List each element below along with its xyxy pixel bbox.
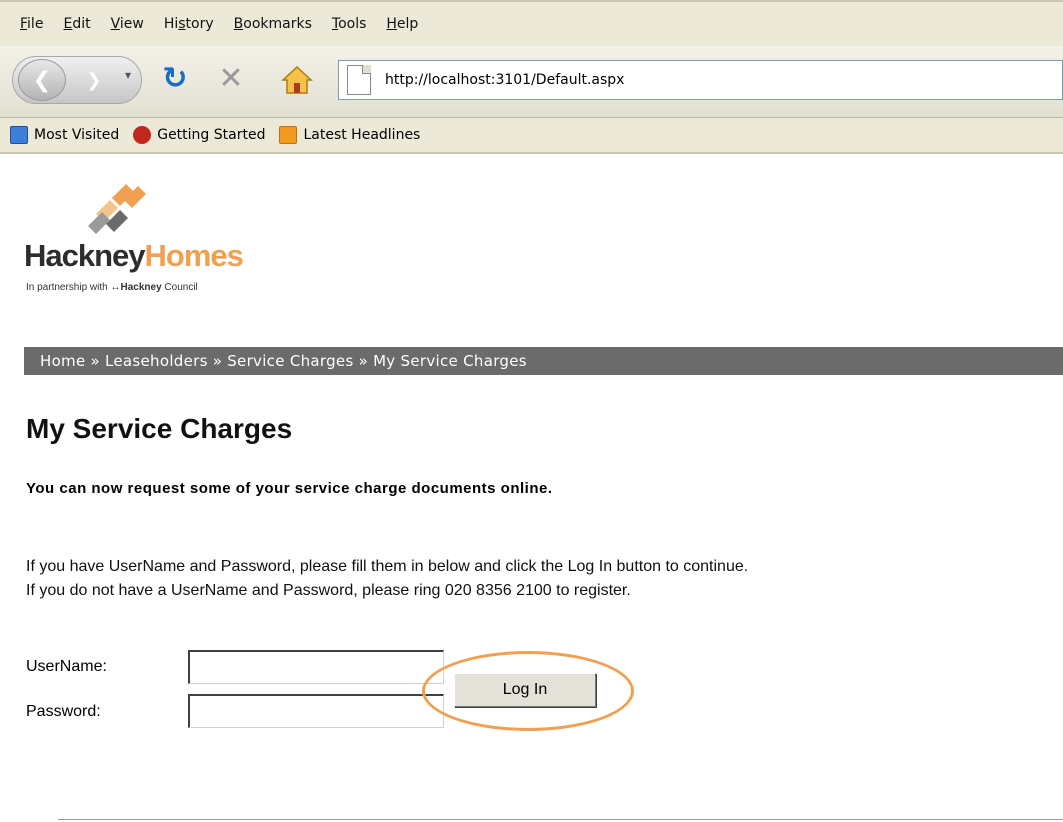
menu-file[interactable]: File: [20, 16, 43, 32]
forward-arrow-icon: ❯: [86, 69, 102, 90]
password-label: Password:: [26, 703, 101, 720]
breadcrumb-service-charges[interactable]: Service Charges: [227, 352, 353, 370]
rss-icon: [279, 126, 298, 144]
menu-tools[interactable]: Tools: [332, 16, 367, 32]
menu-help[interactable]: Help: [386, 16, 418, 32]
menu-bookmarks[interactable]: Bookmarks: [234, 16, 312, 32]
back-button[interactable]: ❮: [18, 59, 66, 101]
logo-mark-icon: [88, 184, 146, 234]
reload-icon[interactable]: ↻: [158, 62, 192, 96]
bookmark-getting-started[interactable]: Getting Started: [133, 126, 265, 144]
breadcrumb-separator: »: [358, 352, 369, 370]
history-dropdown-icon[interactable]: ▾: [125, 68, 131, 82]
bookmark-label: Getting Started: [157, 127, 266, 143]
breadcrumb-leaseholders[interactable]: Leaseholders: [105, 352, 208, 370]
logo-wordmark: HackneyHomes: [24, 238, 244, 273]
browser-nav-toolbar: ❮ ❯ ▾ ↻ ✕: [0, 46, 1063, 118]
menu-edit[interactable]: Edit: [63, 16, 90, 32]
bookmark-latest-headlines[interactable]: Latest Headlines: [279, 126, 420, 144]
breadcrumb-home[interactable]: Home: [40, 352, 86, 370]
register-instruction-text: If you do not have a UserName and Passwo…: [26, 582, 631, 599]
password-input[interactable]: [188, 694, 444, 728]
page-icon: [347, 65, 371, 95]
page-subtitle: You can now request some of your service…: [26, 480, 553, 497]
breadcrumb: Home » Leaseholders » Service Charges » …: [24, 347, 1063, 375]
breadcrumb-separator: »: [90, 352, 100, 370]
home-icon[interactable]: [280, 64, 314, 96]
username-input[interactable]: [188, 650, 444, 684]
instruction-text: If you have UserName and Password, pleas…: [26, 558, 749, 575]
bookmark-label: Latest Headlines: [303, 127, 421, 143]
bookmarks-toolbar: Most Visited Getting Started Latest Head…: [0, 118, 1063, 154]
page-title: My Service Charges: [26, 413, 293, 444]
bookmark-label: Most Visited: [34, 127, 120, 143]
most-visited-icon: [10, 126, 28, 144]
stop-icon[interactable]: ✕: [214, 62, 248, 96]
forward-button[interactable]: ❯: [74, 66, 114, 94]
url-input[interactable]: [385, 72, 1025, 88]
bookmark-most-visited[interactable]: Most Visited: [10, 126, 119, 144]
breadcrumb-current: My Service Charges: [373, 352, 527, 370]
login-button[interactable]: Log In: [454, 673, 596, 707]
browser-menu-bar: File Edit View History Bookmarks Tools H…: [0, 0, 1063, 46]
menu-history[interactable]: History: [164, 16, 214, 32]
back-arrow-icon: ❮: [32, 67, 52, 92]
breadcrumb-separator: »: [212, 352, 223, 370]
menu-view[interactable]: View: [111, 16, 144, 32]
hackney-homes-logo[interactable]: HackneyHomes In partnership with ↔Hackne…: [24, 180, 324, 295]
firefox-icon: [133, 126, 152, 144]
footer-divider: [58, 819, 1063, 820]
username-label: UserName:: [26, 658, 107, 675]
logo-tagline: In partnership with ↔Hackney Council: [26, 282, 198, 293]
address-bar[interactable]: [338, 60, 1063, 100]
